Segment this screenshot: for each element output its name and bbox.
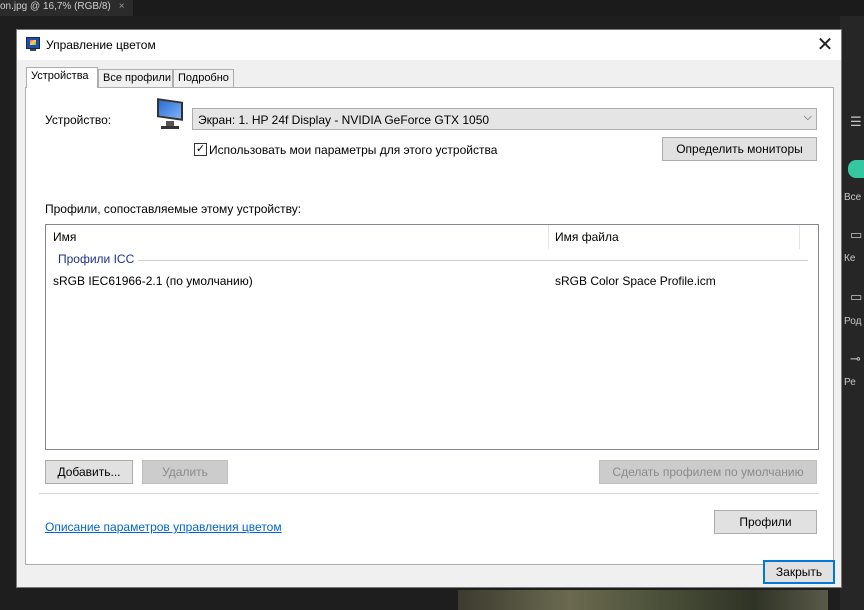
use-my-settings-checkbox[interactable]: ✓ (194, 143, 207, 156)
tab-all-profiles[interactable]: Все профили (98, 69, 173, 87)
identify-monitors-button[interactable]: Определить мониторы (662, 137, 817, 161)
color-management-icon-stand (30, 49, 36, 51)
folder-icon[interactable]: ▭ (850, 290, 864, 304)
remove-button[interactable]: Удалить (142, 460, 228, 484)
column-header-name[interactable]: Имя (53, 230, 76, 244)
monitor-screen (157, 98, 183, 121)
list-item[interactable]: sRGB IEC61966-2.1 (по умолчанию) sRGB Co… (46, 270, 818, 290)
chat-bubble-icon[interactable] (848, 160, 864, 178)
profile-filename: sRGB Color Space Profile.icm (555, 274, 716, 288)
help-link[interactable]: Описание параметров управления цветом (45, 520, 282, 534)
device-select[interactable]: Экран: 1. HP 24f Display - NVIDIA GeForc… (192, 108, 817, 130)
background-document-tab[interactable]: on.jpg @ 16,7% (RGB/8) × (0, 0, 133, 16)
document-tab-title: on.jpg @ 16,7% (RGB/8) (0, 1, 111, 12)
dialog-title: Управление цветом (46, 38, 156, 52)
close-button[interactable]: Закрыть (763, 560, 835, 584)
profiles-list-header: Имя Имя файла (46, 225, 818, 249)
use-my-settings-label[interactable]: Использовать мои параметры для этого уст… (209, 143, 497, 157)
profiles-button[interactable]: Профили (714, 510, 817, 534)
tab-advanced[interactable]: Подробно (173, 69, 234, 87)
profiles-section-label: Профили, сопоставляемые этому устройству… (45, 202, 302, 216)
column-header-filename[interactable]: Имя файла (555, 230, 619, 244)
side-panel-label: Ре (844, 377, 856, 388)
color-management-icon (26, 37, 40, 49)
menu-icon[interactable]: ☰ (850, 115, 864, 129)
background-right-panel (840, 16, 864, 610)
group-header-line (138, 260, 808, 261)
chevron-down-icon: ⌵ (803, 111, 812, 123)
folder-icon[interactable]: ▭ (850, 228, 864, 242)
section-divider (39, 493, 818, 494)
device-select-value: Экран: 1. HP 24f Display - NVIDIA GeForc… (198, 113, 490, 127)
add-button[interactable]: Добавить... (45, 460, 133, 484)
background-photo (458, 590, 828, 610)
adjustments-icon[interactable]: ⊸ (850, 352, 864, 366)
profiles-list[interactable]: Имя Имя файла Профили ICC sRGB IEC61966-… (45, 224, 819, 450)
color-management-dialog: Управление цветом ✕ Устройства Все профи… (16, 29, 842, 588)
group-header-icc: Профили ICC (58, 252, 135, 266)
dialog-titlebar[interactable]: Управление цветом ✕ (17, 30, 841, 60)
side-panel-label: Все ч (844, 192, 864, 203)
monitor-base (161, 126, 179, 129)
device-label: Устройство: (45, 113, 112, 127)
column-separator[interactable] (548, 225, 549, 249)
set-default-profile-button[interactable]: Сделать профилем по умолчанию (599, 460, 817, 484)
monitor-icon (155, 98, 185, 130)
profile-name: sRGB IEC61966-2.1 (по умолчанию) (53, 274, 253, 288)
document-tab-close-icon[interactable]: × (119, 1, 125, 12)
side-panel-label: Род (844, 316, 862, 327)
close-icon[interactable]: ✕ (813, 33, 837, 57)
side-panel-label: Ке (844, 253, 856, 264)
tab-devices[interactable]: Устройства (26, 67, 98, 88)
column-separator[interactable] (799, 225, 800, 249)
